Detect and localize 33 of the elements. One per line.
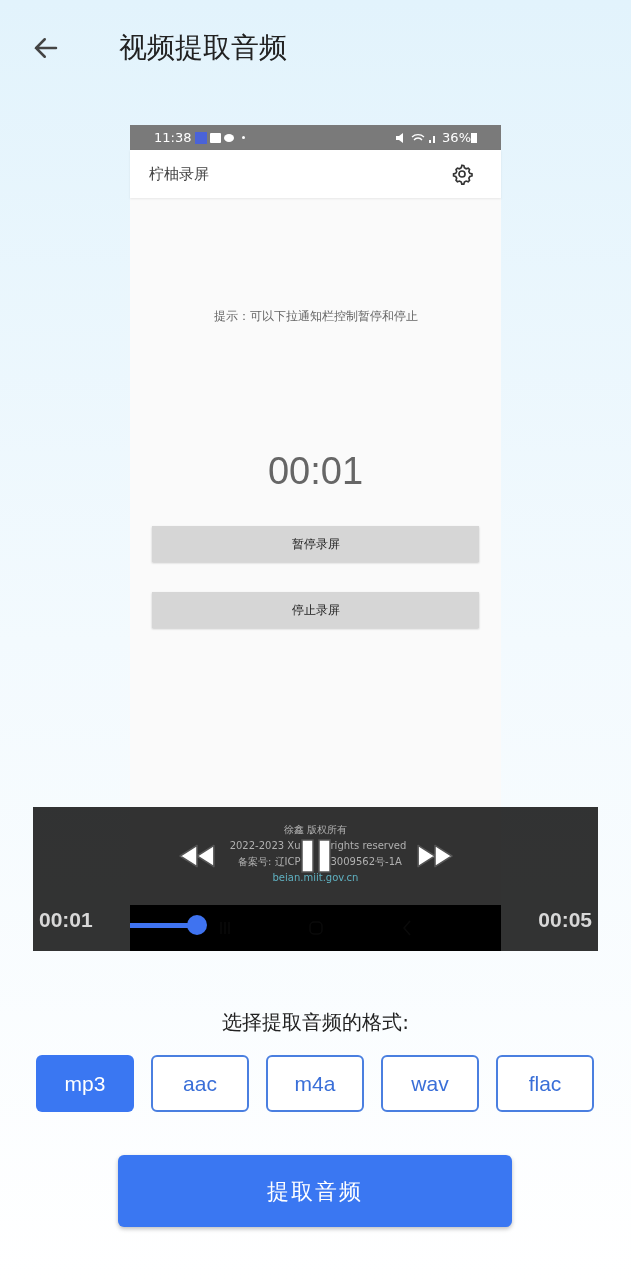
footer-link[interactable]: beian.miit.gov.cn (272, 870, 359, 886)
hint-text: 提示：可以下拉通知栏控制暂停和停止 (212, 308, 419, 325)
image-icon (210, 132, 222, 143)
footer-text: rights reserved (330, 839, 408, 853)
settings-icon[interactable] (451, 163, 473, 185)
format-option[interactable]: m4a (266, 1055, 364, 1112)
duration-time: 00:05 (538, 906, 592, 933)
footer-text: 徐鑫 版权所有 (283, 823, 348, 837)
format-option[interactable]: mp3 (36, 1055, 134, 1112)
recording-timer: 00:01 (266, 449, 365, 494)
recording-button[interactable]: 停止录屏 (152, 592, 479, 628)
extract-audio-button[interactable]: 提取音频 (118, 1155, 512, 1227)
cloud-icon (224, 133, 235, 142)
pause-icon[interactable] (300, 839, 331, 873)
footer-text: 备案号: 辽ICP (237, 855, 301, 869)
format-option[interactable]: aac (151, 1055, 249, 1112)
recording-button[interactable]: 暂停录屏 (152, 526, 479, 562)
seek-thumb[interactable] (186, 915, 207, 935)
rewind-icon[interactable] (177, 843, 216, 869)
dot-icon (242, 136, 246, 139)
format-label: 选择提取音频的格式: (221, 1009, 410, 1036)
footer-text: 3009562号-1A (330, 855, 403, 869)
elapsed-time: 00:01 (39, 906, 93, 933)
page-title: 视频提取音频 (119, 30, 287, 66)
status-time: 11:38 (154, 128, 192, 147)
format-option[interactable]: wav (381, 1055, 479, 1112)
format-option[interactable]: flac (496, 1055, 594, 1112)
battery-icon (471, 132, 477, 143)
battery-percent: 36% (442, 128, 471, 147)
footer-text: 2022-2023 Xu (228, 839, 301, 853)
fast-forward-icon[interactable] (415, 843, 454, 869)
app-icon (195, 131, 208, 144)
app-title: 柠柚录屏 (149, 163, 209, 185)
